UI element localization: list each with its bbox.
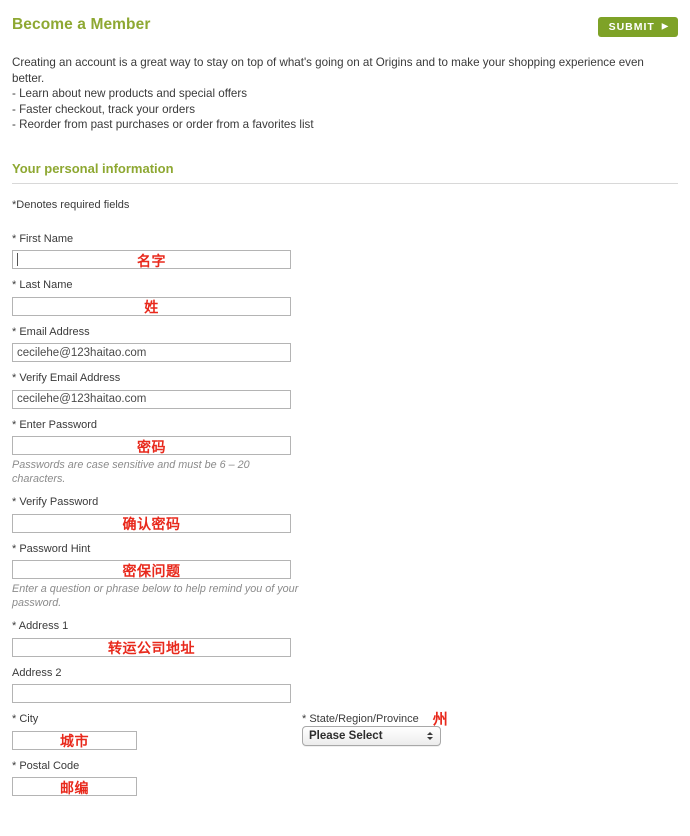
field-first-name: * First Name 名字	[12, 232, 678, 270]
password-hint-help-text: Enter a question or phrase below to help…	[12, 583, 299, 609]
last-name-label: * Last Name	[12, 279, 73, 291]
address2-label: Address 2	[12, 666, 62, 679]
state-column: * State/Region/Province 州 Please Select	[302, 712, 448, 746]
first-name-input[interactable]	[12, 250, 291, 269]
state-select-value: Please Select	[309, 730, 383, 742]
city-state-row: * City 城市 * Postal Code 邮编 * State/Regio…	[12, 712, 678, 805]
password-input[interactable]	[12, 436, 291, 455]
email-control	[12, 343, 291, 362]
postal-code-label: * Postal Code	[12, 759, 80, 772]
postal-code-control: 邮编	[12, 777, 137, 797]
page-header: Become a Member SUBMIT ▶	[12, 0, 678, 37]
text-cursor-icon	[17, 253, 18, 266]
intro-paragraph: Creating an account is a great way to st…	[12, 56, 644, 85]
password-label: * Enter Password	[12, 418, 97, 431]
address1-input[interactable]	[12, 637, 291, 657]
page-title: Become a Member	[12, 16, 151, 33]
state-label: * State/Region/Province	[302, 713, 419, 725]
verify-email-label: * Verify Email Address	[12, 372, 121, 384]
last-name-control: 姓	[12, 296, 291, 316]
address1-label: * Address 1	[12, 620, 69, 632]
section-heading: Your personal information	[12, 160, 174, 176]
state-select[interactable]: Please Select	[302, 726, 441, 746]
field-address1: * Address 1 转运公司地址	[12, 619, 678, 657]
required-fields-note: *Denotes required fields	[12, 198, 130, 211]
state-annotation: 州	[432, 710, 448, 728]
benefit-list: - Learn about new products and special o…	[12, 86, 678, 133]
field-password: * Enter Password 密码 Passwords are case s…	[12, 418, 678, 487]
password-hint-control: 密保问题	[12, 560, 291, 580]
field-address2: Address 2	[12, 666, 678, 703]
benefit-item: - Faster checkout, track your orders	[12, 102, 195, 116]
personal-information-form: * First Name 名字 * Last Name 姓 * Email Ad…	[12, 232, 678, 806]
verify-password-label: * Verify Password	[12, 496, 99, 508]
verify-email-input[interactable]	[12, 389, 291, 409]
state-label-wrap: * State/Region/Province 州	[302, 710, 448, 728]
benefit-item: - Reorder from past purchases or order f…	[12, 118, 314, 131]
postal-code-input[interactable]	[12, 777, 137, 796]
field-last-name: * Last Name 姓	[12, 278, 678, 316]
first-name-control: 名字	[12, 250, 291, 270]
city-column: * City 城市 * Postal Code 邮编	[12, 712, 302, 805]
last-name-input[interactable]	[12, 296, 291, 316]
arrow-right-icon: ▶	[661, 21, 669, 31]
field-password-hint: * Password Hint 密保问题 Enter a question or…	[12, 542, 678, 611]
intro-copy: Creating an account is a great way to st…	[12, 55, 678, 133]
verify-email-control	[12, 389, 291, 409]
city-input[interactable]	[12, 730, 137, 750]
field-verify-password: * Verify Password 确认密码	[12, 495, 678, 533]
email-label: * Email Address	[12, 325, 90, 338]
submit-button-label: SUBMIT	[608, 21, 655, 33]
address2-control	[12, 684, 291, 703]
field-verify-email: * Verify Email Address	[12, 371, 678, 409]
verify-password-input[interactable]	[12, 513, 291, 533]
password-control: 密码	[12, 436, 291, 456]
verify-password-control: 确认密码	[12, 513, 291, 533]
membership-signup-page: Become a Member SUBMIT ▶ Creating an acc…	[0, 0, 690, 836]
section-divider	[12, 182, 678, 184]
benefit-item: - Learn about new products and special o…	[12, 87, 248, 100]
city-control: 城市	[12, 730, 137, 750]
address1-control: 转运公司地址	[12, 637, 291, 657]
first-name-label: * First Name	[12, 232, 74, 245]
submit-button[interactable]: SUBMIT ▶	[597, 17, 678, 37]
password-hint-label: * Password Hint	[12, 542, 91, 555]
address2-input[interactable]	[12, 684, 291, 703]
password-hint-text: Passwords are case sensitive and must be…	[12, 459, 250, 485]
field-city: * City 城市	[12, 712, 302, 750]
stepper-arrows-icon	[427, 732, 433, 740]
email-input[interactable]	[12, 343, 291, 362]
password-hint-input[interactable]	[12, 560, 291, 579]
field-email: * Email Address	[12, 325, 678, 362]
field-postal-code: * Postal Code 邮编	[12, 759, 302, 797]
city-label: * City	[12, 713, 39, 725]
